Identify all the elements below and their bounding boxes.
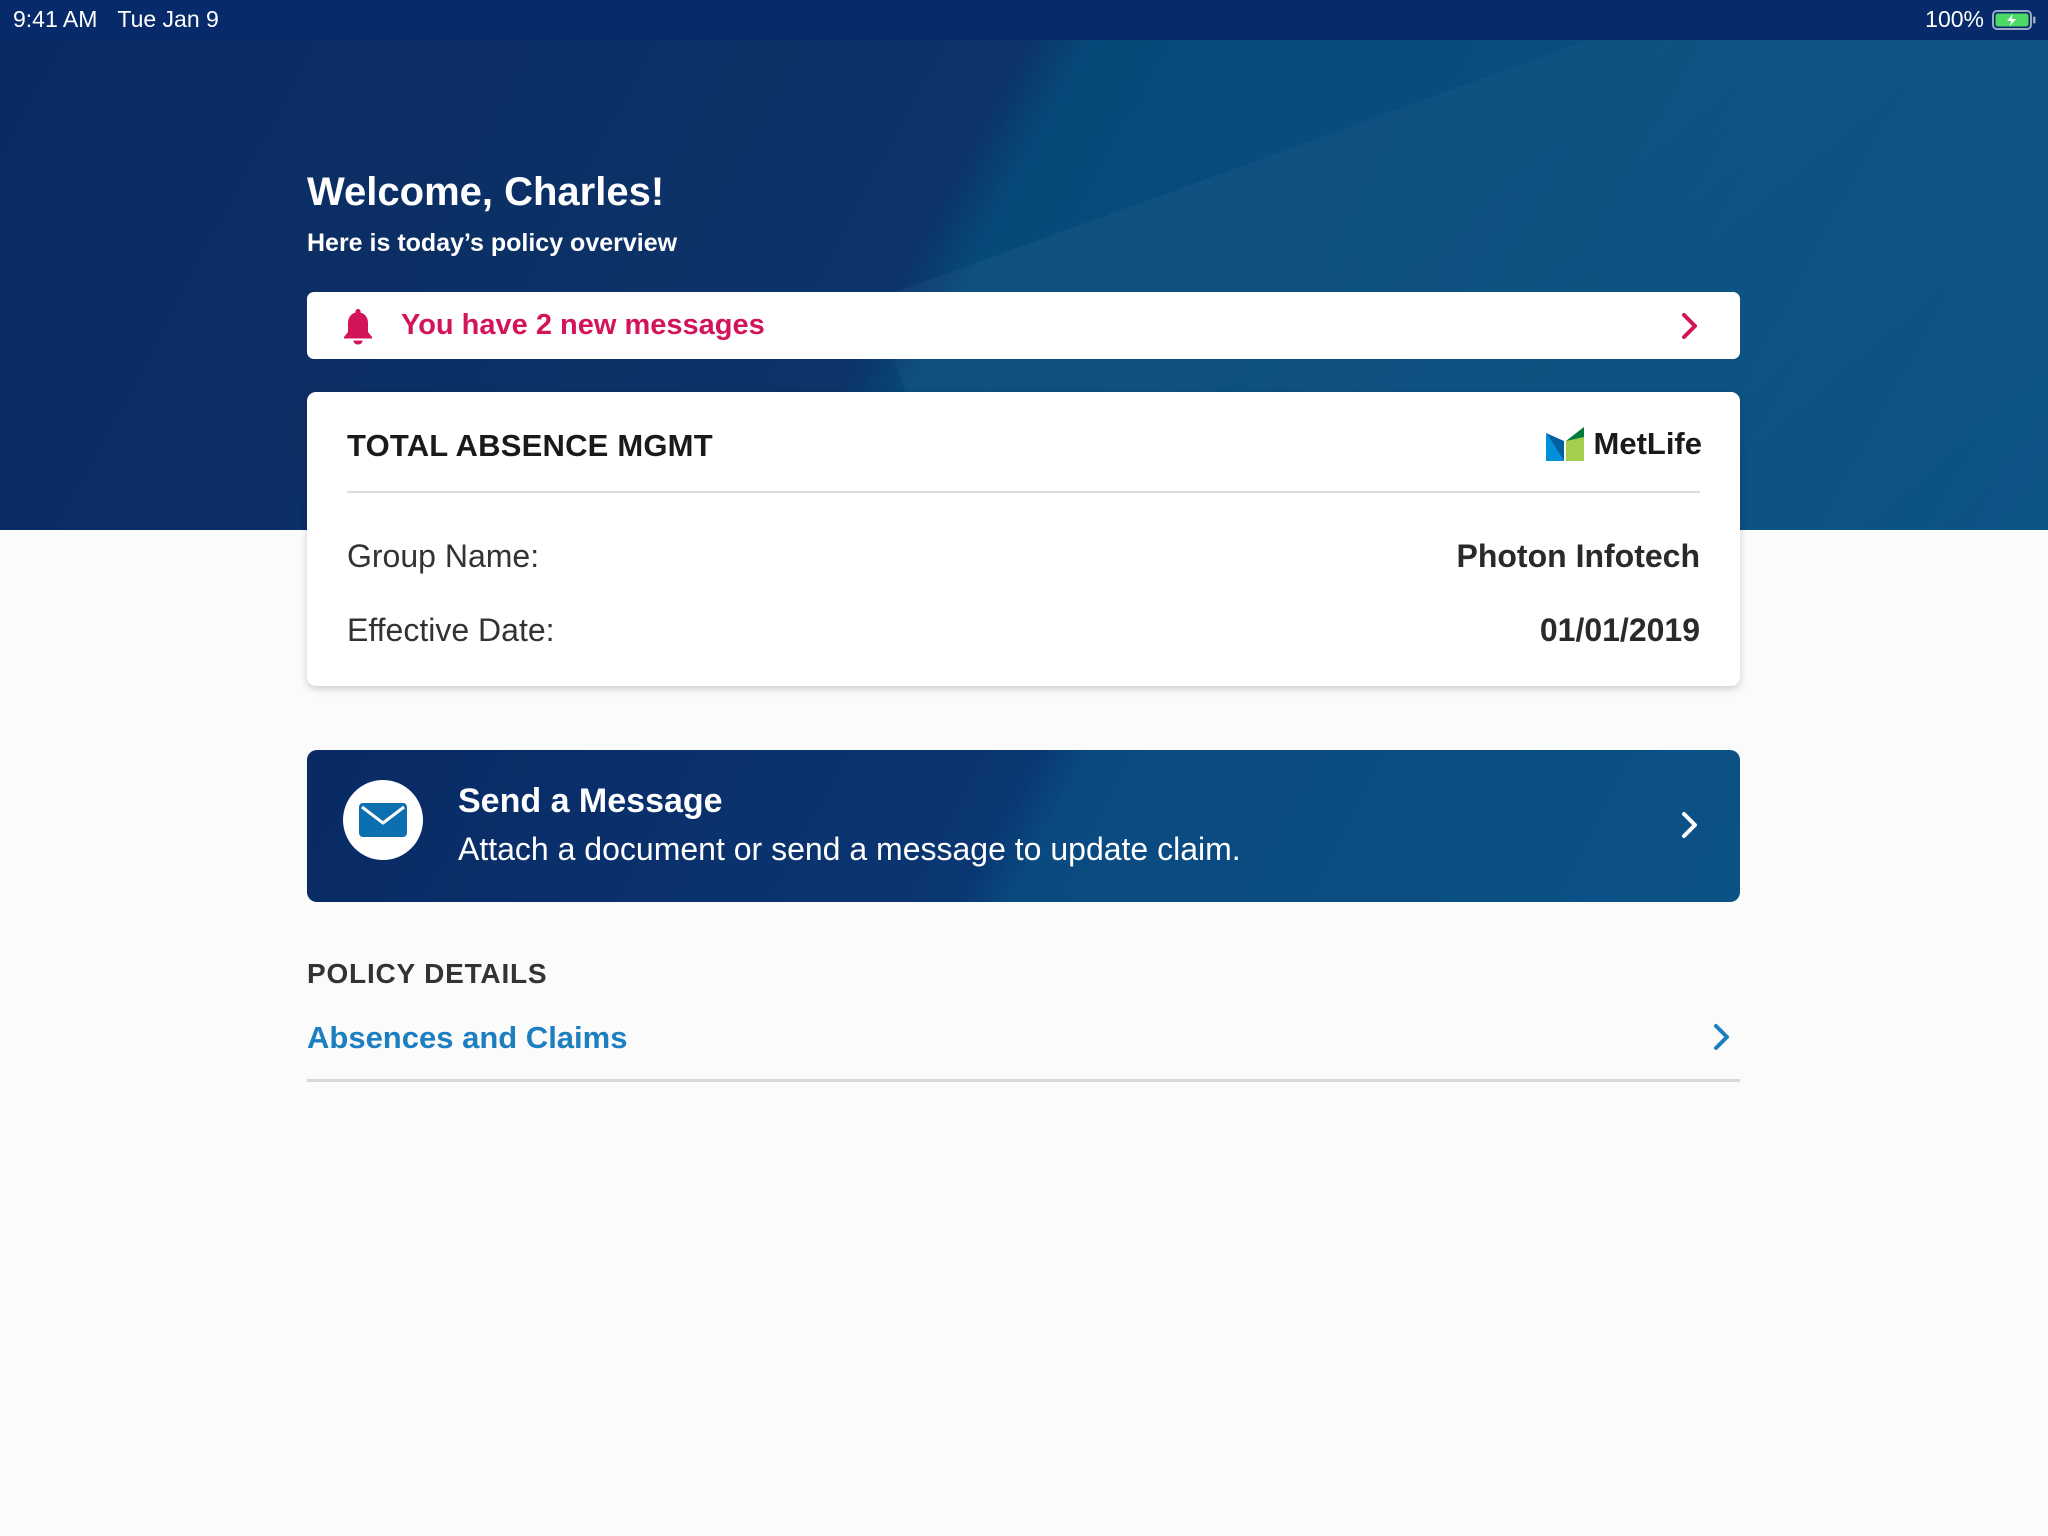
chevron-right-icon [1714,1024,1729,1050]
metlife-logo-icon [1545,427,1584,461]
battery-icon [1992,9,2036,30]
envelope-badge [343,780,423,860]
new-messages-banner[interactable]: You have 2 new messages [307,292,1740,359]
envelope-icon [359,803,407,837]
messages-banner-text: You have 2 new messages [401,309,765,341]
bell-icon [344,308,372,344]
policy-card: TOTAL ABSENCE MGMT MetLife Group Name: P… [307,392,1740,686]
effective-date-label: Effective Date: [347,612,555,648]
send-message-subtitle: Attach a document or send a message to u… [458,831,1241,867]
card-divider [347,491,1700,493]
chevron-right-icon [1682,313,1697,339]
send-message-button[interactable]: Send a Message Attach a document or send… [307,750,1740,902]
group-name-label: Group Name: [347,538,540,574]
status-date: Tue Jan 9 [117,6,219,32]
metlife-logo-text: MetLife [1593,426,1703,461]
send-message-title: Send a Message [458,782,723,820]
absences-and-claims-label: Absences and Claims [307,1020,628,1055]
welcome-subtitle: Here is today’s policy overview [307,229,678,257]
welcome-title: Welcome, Charles! [307,170,665,214]
absences-and-claims-link[interactable]: Absences and Claims [307,1016,1740,1082]
policy-card-title: TOTAL ABSENCE MGMT [347,428,713,463]
effective-date-row: Effective Date: 01/01/2019 [347,612,1700,649]
status-time: 9:41 AM [13,6,98,32]
battery-percent: 100% [1925,6,1984,32]
group-name-row: Group Name: Photon Infotech [347,538,1700,575]
group-name-value: Photon Infotech [1456,538,1700,574]
effective-date-value: 01/01/2019 [1539,612,1700,648]
policy-details-header: POLICY DETAILS [307,958,548,989]
status-bar: 9:41 AM Tue Jan 9 100% [0,0,2048,40]
metlife-logo: MetLife [1545,426,1703,462]
chevron-right-icon [1682,812,1697,838]
